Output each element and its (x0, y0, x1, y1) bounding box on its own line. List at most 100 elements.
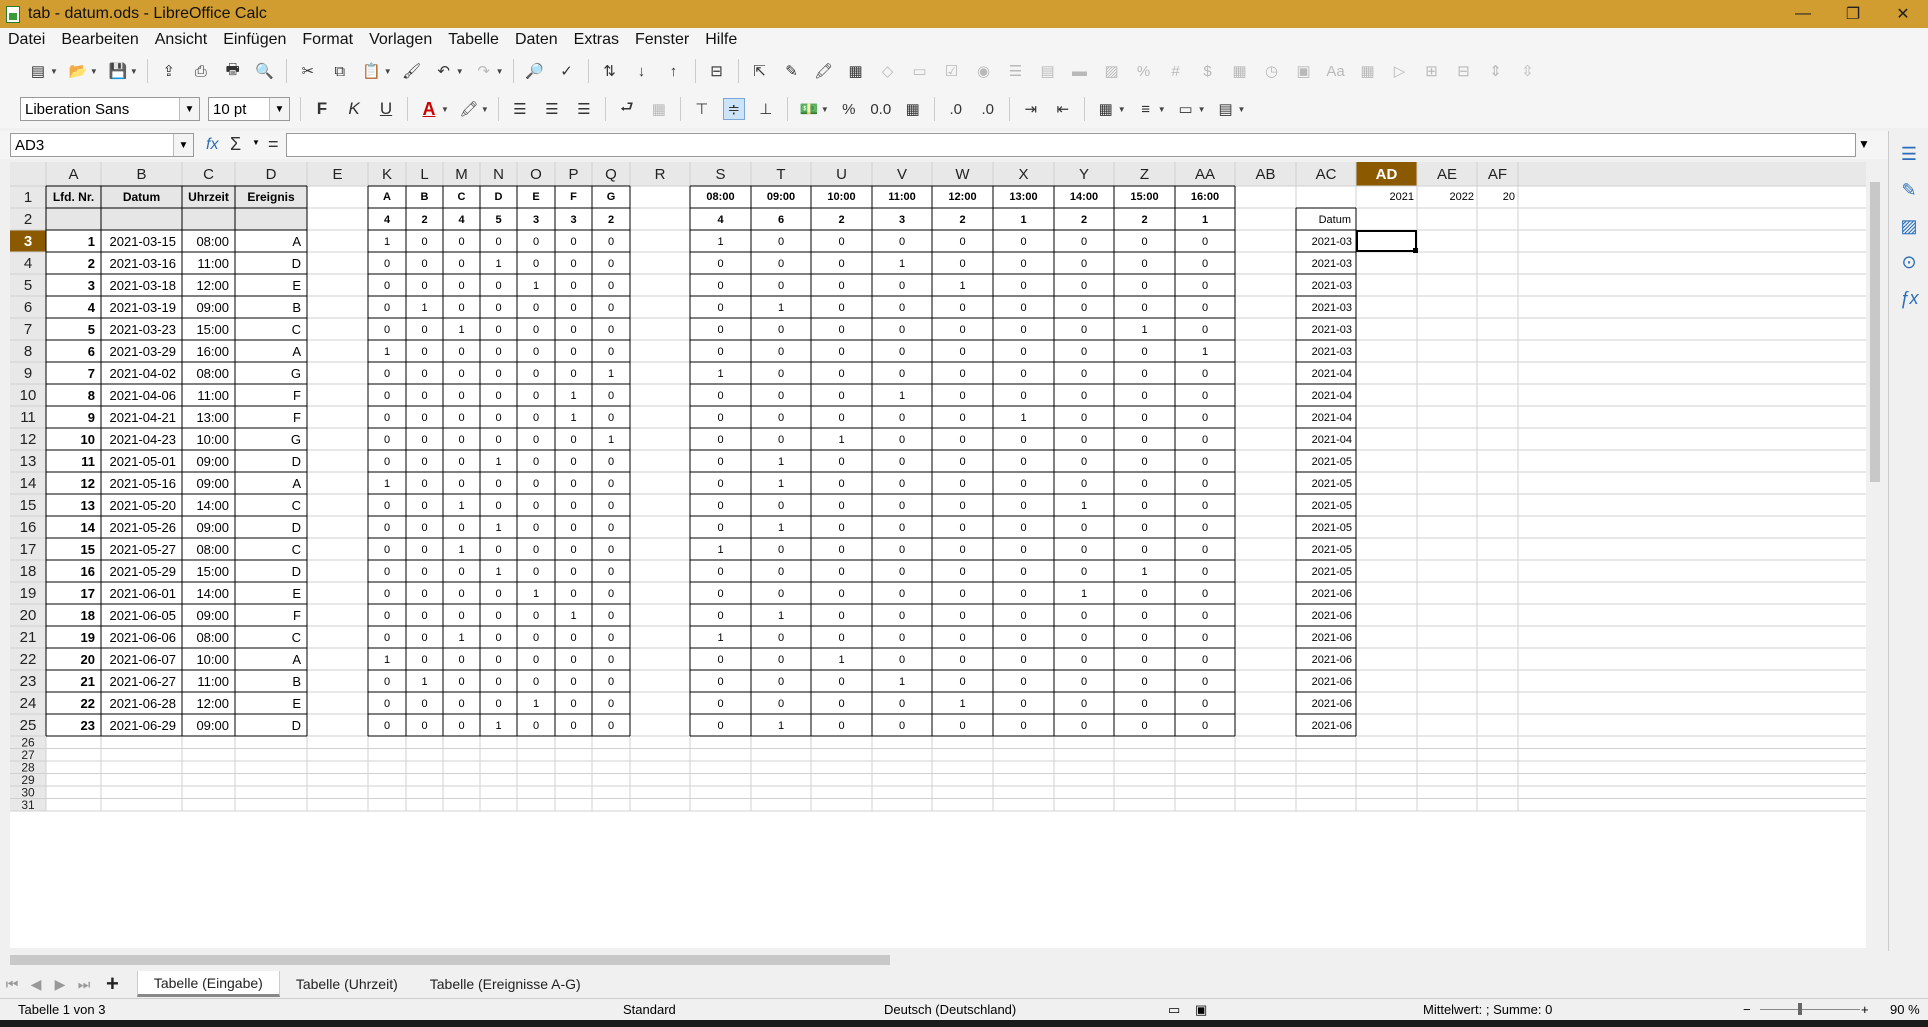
borders-icon[interactable]: ▦ (1095, 98, 1117, 120)
draw-icon[interactable]: ✎ (781, 60, 803, 82)
button-icon[interactable]: ▬ (1069, 60, 1091, 82)
zoom-out-icon[interactable]: − (1743, 1002, 1751, 1017)
print-icon[interactable]: 🖶 (222, 60, 244, 82)
border-color-icon[interactable]: ▭ (1175, 98, 1197, 120)
time-field-icon[interactable]: ◷ (1261, 60, 1283, 82)
combobox-icon[interactable]: ▤ (1037, 60, 1059, 82)
minimize-button[interactable]: — (1778, 5, 1828, 23)
menu-fenster[interactable]: Fenster (635, 31, 689, 49)
zoom-in-icon[interactable]: + (1861, 1002, 1869, 1017)
select-icon[interactable]: ⇱ (749, 60, 771, 82)
chevron-down-icon[interactable]: ▼ (179, 98, 199, 120)
paste-icon[interactable]: 📋 (361, 60, 383, 82)
sort-descending-icon[interactable]: ↑ (663, 60, 685, 82)
align-top-icon[interactable]: ⊤ (691, 98, 713, 120)
wrap-text-icon[interactable]: ⮐ (616, 98, 638, 120)
spelling-icon[interactable]: ✓ (556, 60, 578, 82)
font-color-icon[interactable]: A (418, 98, 440, 120)
border-style-icon[interactable]: ≡ (1135, 98, 1157, 120)
page-style[interactable]: Standard (623, 1002, 676, 1017)
first-sheet-icon[interactable]: ⏮ (0, 976, 24, 993)
chevron-down-icon[interactable]: ▼ (252, 138, 260, 147)
spreadsheet-grid[interactable]: A B C D E K L M N O P Q R S T U V W X Y Z AA AB AC AD AE AF 1 2 3 4 5 6 7… (10, 162, 1866, 948)
menu-bearbeiten[interactable]: Bearbeiten (61, 31, 138, 49)
close-button[interactable]: ✕ (1878, 4, 1928, 24)
label-icon[interactable]: ◇ (877, 60, 899, 82)
cell-grid[interactable]: A B C D E K L M N O P Q R S T U V W X Y Z AA AB AC AD AE AF1234567… (10, 162, 1866, 948)
menu-vorlagen[interactable]: Vorlagen (369, 31, 432, 49)
sum-icon[interactable]: Σ (230, 134, 241, 155)
chart-icon[interactable]: ▦ (845, 60, 867, 82)
percent-format-button[interactable]: % (838, 98, 860, 120)
add-sheet-button[interactable]: + (106, 971, 119, 997)
table-control-icon[interactable]: ▦ (1357, 60, 1379, 82)
tab-ereignisse[interactable]: Tabelle (Ereignisse A-G) (414, 971, 597, 997)
copy-icon[interactable]: ⧉ (329, 60, 351, 82)
export-pdf-icon[interactable]: ⎙ (190, 60, 212, 82)
decrease-indent-icon[interactable]: ⇤ (1052, 98, 1074, 120)
align-right-icon[interactable]: ☰ (573, 98, 595, 120)
conditional-format-icon[interactable]: ▤ (1215, 98, 1237, 120)
autofilter-icon[interactable]: ⊟ (706, 60, 728, 82)
form-design-icon[interactable]: ⊞ (1421, 60, 1443, 82)
menu-hilfe[interactable]: Hilfe (705, 31, 737, 49)
checkbox-icon[interactable]: ☑ (941, 60, 963, 82)
open-folder-icon[interactable]: 📂 (67, 60, 89, 82)
menu-extras[interactable]: Extras (574, 31, 619, 49)
cut-icon[interactable]: ✂ (297, 60, 319, 82)
function-wizard-icon[interactable]: fx (206, 136, 218, 154)
listbox-icon[interactable]: ☰ (1005, 60, 1027, 82)
spin-button-icon[interactable]: ⇕ (1485, 60, 1507, 82)
image-icon[interactable]: ▨ (1101, 60, 1123, 82)
formula-input[interactable] (286, 133, 1856, 157)
export-icon[interactable]: ⇪ (158, 60, 180, 82)
date-format-icon[interactable]: ▦ (902, 98, 924, 120)
gallery-icon[interactable]: ▨ (1896, 213, 1922, 239)
sort-icon[interactable]: ⇅ (599, 60, 621, 82)
clone-formatting-icon[interactable]: 🖌 (401, 60, 423, 82)
numeric-field-icon[interactable]: # (1165, 60, 1187, 82)
undo-icon[interactable]: ↶ (433, 60, 455, 82)
autofill-handle[interactable] (1413, 248, 1418, 253)
sort-ascending-icon[interactable]: ↓ (631, 60, 653, 82)
merge-cells-icon[interactable]: ▦ (648, 98, 670, 120)
align-bottom-icon[interactable]: ⊥ (755, 98, 777, 120)
currency-field-icon[interactable]: $ (1197, 60, 1219, 82)
properties-icon[interactable]: ☰ (1896, 141, 1922, 167)
highlight-color-icon[interactable]: 🖍 (458, 98, 480, 120)
zoom-level[interactable]: 90 % (1890, 1002, 1920, 1017)
align-center-icon[interactable]: ☰ (541, 98, 563, 120)
bold-button[interactable]: F (311, 98, 333, 120)
functions-icon[interactable]: ƒx (1896, 285, 1922, 311)
italic-button[interactable]: K (343, 98, 365, 120)
formula-icon[interactable]: = (268, 134, 279, 155)
menu-datei[interactable]: Datei (8, 31, 45, 49)
file-field-icon[interactable]: ▣ (1293, 60, 1315, 82)
font-field-icon[interactable]: Aa (1325, 60, 1347, 82)
center-vertically-icon[interactable]: ≑ (722, 98, 745, 120)
horizontal-scrollbar[interactable] (10, 952, 1866, 968)
form-wizard-icon[interactable]: ⊟ (1453, 60, 1475, 82)
navigator-icon[interactable]: ⊙ (1896, 249, 1922, 275)
last-sheet-icon[interactable]: ⏭ (72, 976, 96, 993)
restore-button[interactable]: ❐ (1828, 4, 1878, 24)
radio-icon[interactable]: ◉ (973, 60, 995, 82)
currency-format-icon[interactable]: 💵 (798, 98, 820, 120)
underline-button[interactable]: U (375, 98, 397, 120)
textbox-icon[interactable]: ▭ (909, 60, 931, 82)
prev-sheet-icon[interactable]: ◀ (24, 976, 48, 993)
expand-formula-icon[interactable]: ▼ (1858, 137, 1870, 151)
menu-daten[interactable]: Daten (515, 31, 558, 49)
chevron-down-icon[interactable]: ▼ (269, 98, 289, 120)
save-icon[interactable]: 💾 (107, 60, 129, 82)
print-preview-icon[interactable]: 🔍 (254, 60, 276, 82)
next-sheet-icon[interactable]: ▶ (48, 976, 72, 993)
date-field-icon[interactable]: ▦ (1229, 60, 1251, 82)
find-replace-icon[interactable]: 🔎 (524, 60, 546, 82)
scroll-thumb[interactable] (1870, 182, 1880, 482)
menu-tabelle[interactable]: Tabelle (448, 31, 499, 49)
chevron-down-icon[interactable]: ▼ (173, 134, 193, 156)
increase-indent-icon[interactable]: ⇥ (1020, 98, 1042, 120)
menu-einfuegen[interactable]: Einfügen (223, 31, 286, 49)
cell-cursor[interactable] (1356, 230, 1417, 252)
